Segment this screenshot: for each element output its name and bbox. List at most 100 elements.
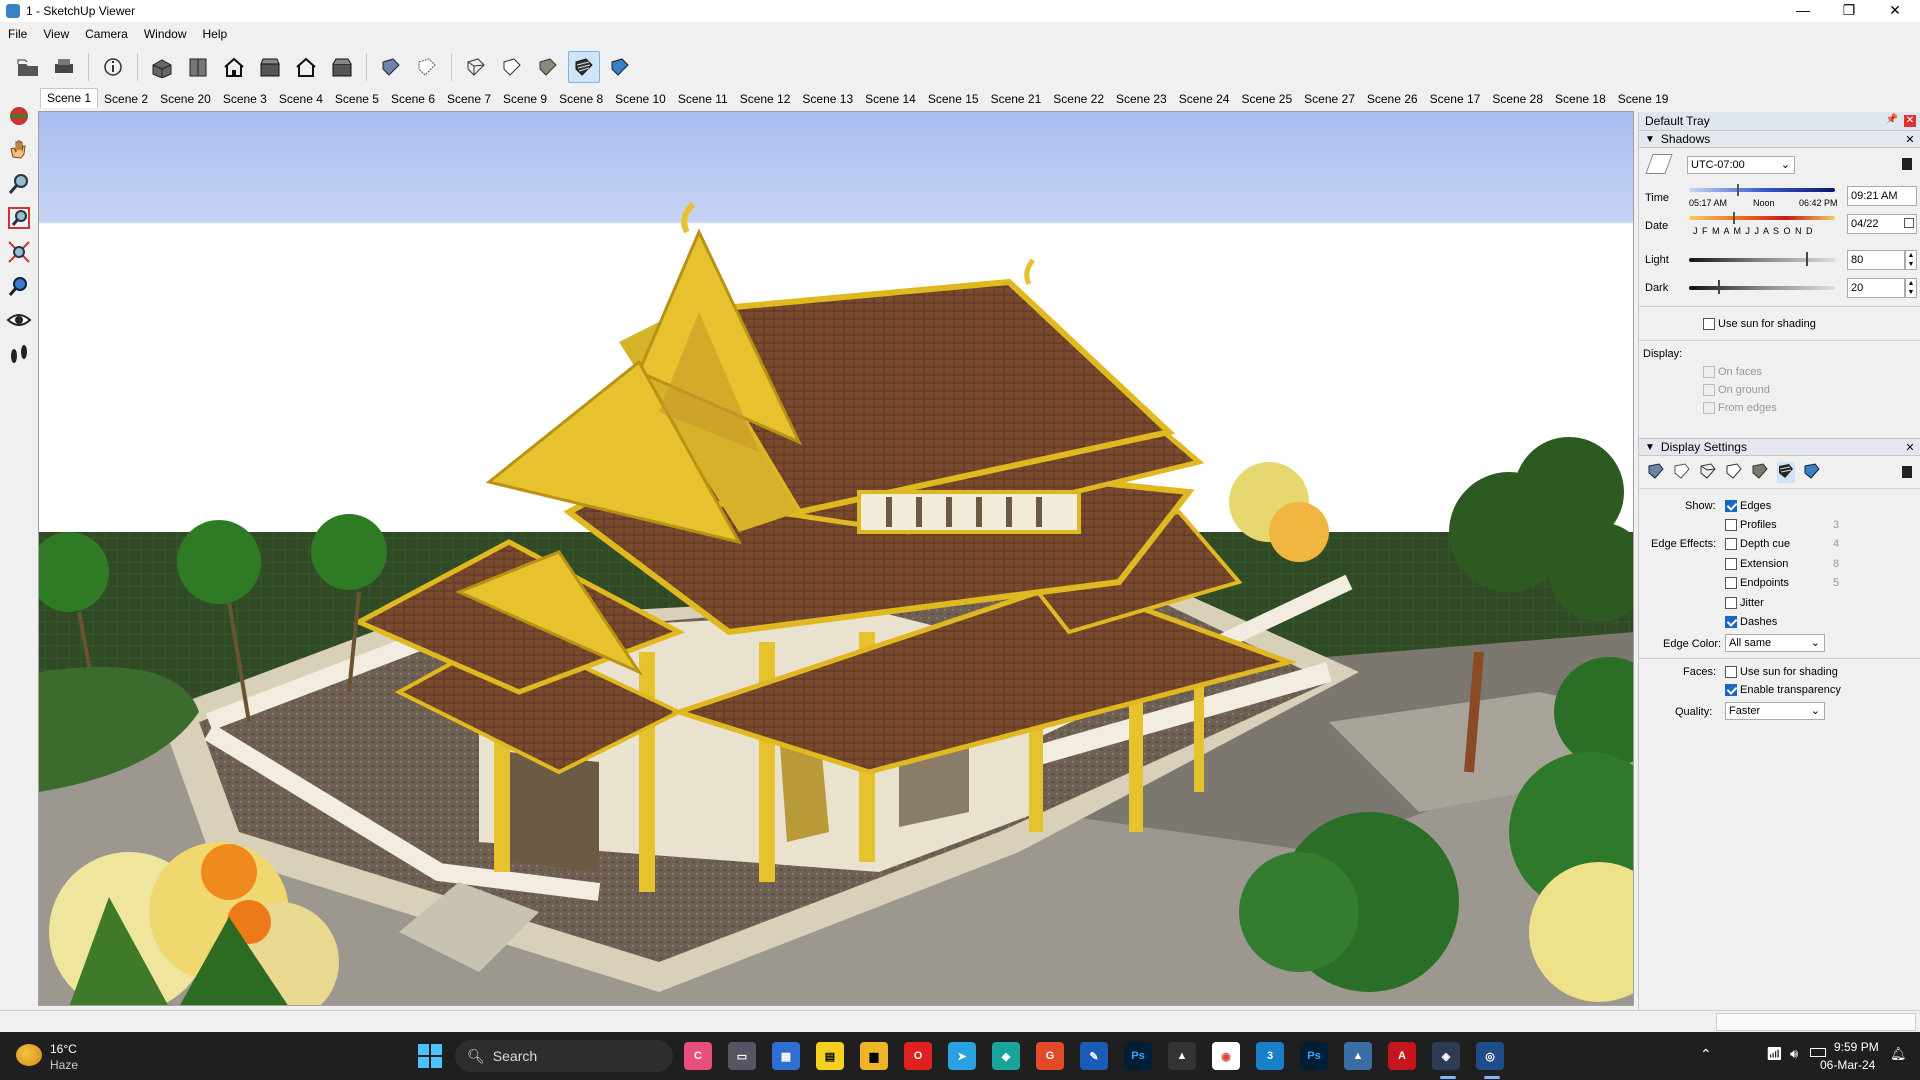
app-icon[interactable]: ◆: [992, 1042, 1020, 1070]
chevron-up-icon[interactable]: ⌃: [1700, 1046, 1712, 1063]
zoom-extents-icon[interactable]: [4, 236, 34, 268]
google-drive-icon[interactable]: ▲: [1168, 1042, 1196, 1070]
zoom-icon[interactable]: [4, 168, 34, 200]
light-input[interactable]: 80: [1847, 250, 1905, 270]
date-slider-thumb[interactable]: [1732, 212, 1735, 224]
jitter-checkbox[interactable]: Jitter: [1725, 597, 1764, 610]
scene-tab[interactable]: Scene 3: [217, 90, 273, 108]
tool-icon[interactable]: ✎: [1080, 1042, 1108, 1070]
pin-icon[interactable]: 📌: [1886, 114, 1898, 125]
shaded-textures-style-icon[interactable]: [568, 51, 600, 83]
time-input[interactable]: 09:21 AM: [1847, 186, 1917, 206]
shadow-use-sun-checkbox[interactable]: Use sun for shading: [1703, 318, 1816, 331]
telegram-icon[interactable]: ➤: [948, 1042, 976, 1070]
walk-icon[interactable]: [4, 338, 34, 370]
battery-icon[interactable]: [1810, 1048, 1826, 1057]
on-ground-checkbox[interactable]: On ground: [1703, 384, 1770, 397]
dark-input[interactable]: 20: [1847, 278, 1905, 298]
light-slider-track[interactable]: [1689, 258, 1835, 262]
shaded-face-style-icon[interactable]: [1751, 462, 1769, 483]
monochrome-face-style-icon[interactable]: [1803, 462, 1821, 483]
time-slider-thumb[interactable]: [1737, 184, 1740, 196]
depth-cue-checkbox[interactable]: Depth cue: [1725, 538, 1790, 551]
minimize-button[interactable]: —: [1780, 0, 1826, 22]
autocad-icon[interactable]: A: [1388, 1042, 1416, 1070]
maximize-button[interactable]: ❐: [1826, 0, 1872, 22]
menu-file[interactable]: File: [8, 27, 27, 41]
weather-temp[interactable]: 16°C: [50, 1042, 77, 1056]
photoshop-icon[interactable]: Ps: [1124, 1042, 1152, 1070]
date-slider-track[interactable]: [1689, 216, 1835, 220]
dashes-checkbox[interactable]: Dashes: [1725, 616, 1777, 629]
display-settings-close-icon[interactable]: ✕: [1904, 442, 1916, 454]
scene-tab[interactable]: Scene 6: [385, 90, 441, 108]
wireframe-face-style-icon[interactable]: [1699, 462, 1717, 483]
faces-use-sun-checkbox[interactable]: Use sun for shading: [1725, 666, 1838, 679]
scene-tab[interactable]: Scene 7: [441, 90, 497, 108]
scene-tab[interactable]: Scene 1: [40, 88, 99, 108]
dark-slider-track[interactable]: [1689, 286, 1835, 290]
scene-tab[interactable]: Scene 5: [329, 90, 385, 108]
top-view-icon[interactable]: [182, 51, 214, 83]
scene-tab[interactable]: Scene 28: [1486, 90, 1549, 108]
sticky-notes-icon[interactable]: ▤: [816, 1042, 844, 1070]
back-edges-style-icon[interactable]: [411, 51, 443, 83]
scene-tab[interactable]: Scene 25: [1235, 90, 1298, 108]
volume-icon[interactable]: 🔊︎: [1790, 1046, 1798, 1062]
profiles-checkbox[interactable]: Profiles: [1725, 519, 1777, 532]
timezone-select[interactable]: UTC-07:00 ⌄: [1687, 156, 1795, 174]
xray-face-style-icon[interactable]: [1647, 462, 1665, 483]
taskbar-search[interactable]: 🔍︎ Search: [455, 1040, 673, 1072]
scene-tab[interactable]: Scene 24: [1173, 90, 1236, 108]
network-icon[interactable]: 📶︎: [1766, 1046, 1783, 1062]
scene-tab[interactable]: Scene 14: [859, 90, 922, 108]
from-edges-checkbox[interactable]: From edges: [1703, 402, 1777, 415]
monochrome-style-icon[interactable]: [604, 51, 636, 83]
look-around-icon[interactable]: [4, 304, 34, 336]
time-slider-track[interactable]: [1689, 188, 1835, 192]
scene-tab[interactable]: Scene 11: [672, 90, 734, 108]
dark-spinner[interactable]: ▲ ▼: [1905, 278, 1917, 298]
notification-bell-icon[interactable]: 🔔︎: [1890, 1046, 1907, 1062]
scene-tab[interactable]: Scene 12: [734, 90, 797, 108]
weather-icon[interactable]: [16, 1044, 42, 1066]
file-explorer-icon[interactable]: ▆: [860, 1042, 888, 1070]
textured-face-style-icon[interactable]: [1777, 462, 1795, 483]
right-view-icon[interactable]: [254, 51, 286, 83]
xray-style-icon[interactable]: [375, 51, 407, 83]
back-view-icon[interactable]: [290, 51, 322, 83]
opera-icon[interactable]: O: [904, 1042, 932, 1070]
shadows-close-icon[interactable]: ✕: [1904, 134, 1916, 146]
copilot-icon[interactable]: C: [684, 1042, 712, 1070]
model-viewport[interactable]: [38, 111, 1634, 1006]
left-view-icon[interactable]: [326, 51, 358, 83]
photoshop-2-icon[interactable]: Ps: [1300, 1042, 1328, 1070]
menu-window[interactable]: Window: [144, 27, 187, 41]
grammarly-icon[interactable]: G: [1036, 1042, 1064, 1070]
calculator-icon[interactable]: ▦: [772, 1042, 800, 1070]
app-3-icon[interactable]: 3: [1256, 1042, 1284, 1070]
scene-tab[interactable]: Scene 15: [922, 90, 985, 108]
edges-checkbox[interactable]: Edges: [1725, 500, 1771, 513]
scene-tab[interactable]: Scene 4: [273, 90, 329, 108]
display-settings-section-header[interactable]: ▼ Display Settings ✕: [1639, 438, 1920, 456]
start-button-icon[interactable]: [418, 1044, 442, 1068]
scene-tab[interactable]: Scene 2: [98, 90, 154, 108]
date-input[interactable]: 04/22: [1847, 214, 1917, 234]
scene-tab[interactable]: Scene 17: [1424, 90, 1487, 108]
iso-view-icon[interactable]: [146, 51, 178, 83]
light-slider-thumb[interactable]: [1805, 252, 1808, 266]
scene-tab[interactable]: Scene 22: [1047, 90, 1110, 108]
status-scrollbar[interactable]: [1716, 1013, 1916, 1031]
scene-tab[interactable]: Scene 23: [1110, 90, 1173, 108]
clock-date[interactable]: 06-Mar-24: [1820, 1058, 1875, 1072]
back-edges-face-style-icon[interactable]: [1673, 462, 1691, 483]
menu-view[interactable]: View: [43, 27, 69, 41]
model-info-icon[interactable]: [97, 51, 129, 83]
menu-help[interactable]: Help: [203, 27, 228, 41]
tray-close-icon[interactable]: ✕: [1904, 115, 1916, 127]
scene-tab[interactable]: Scene 13: [796, 90, 859, 108]
orbit-icon[interactable]: [4, 100, 34, 132]
scene-tab[interactable]: Scene 27: [1298, 90, 1361, 108]
pan-icon[interactable]: [4, 134, 34, 166]
